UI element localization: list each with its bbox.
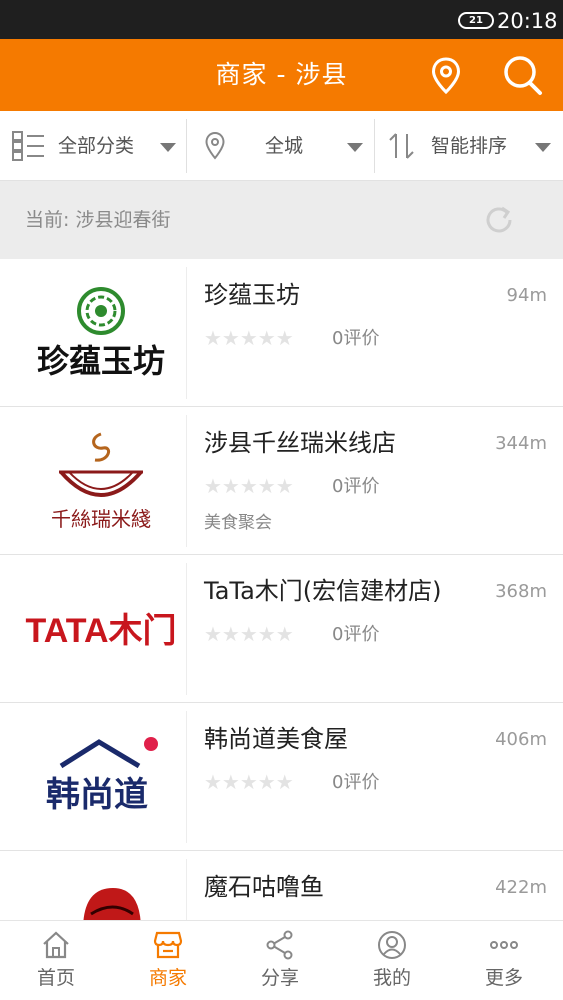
review-count: 0评价	[332, 772, 380, 793]
merchant-logo: 韩尚道	[16, 717, 186, 837]
review-count: 0评价	[332, 624, 380, 645]
logo-image: 千絲瑞米綫	[51, 432, 151, 531]
merchant-logo: 千絲瑞米綫	[16, 421, 186, 541]
merchant-name: 魔石咕噜鱼	[204, 873, 324, 901]
divider	[186, 415, 187, 547]
logo-text: TATA木门	[25, 612, 176, 650]
merchant-name: 韩尚道美食屋	[204, 725, 348, 753]
logo-text: 珍蕴玉坊	[37, 342, 165, 380]
logo-image: 韩尚道	[46, 737, 158, 815]
refresh-icon[interactable]	[482, 203, 516, 237]
merchant-distance: 406m	[495, 729, 547, 750]
filter-bar: 全部分类 全城 智能排序	[0, 111, 563, 181]
header: 商家 - 涉县	[0, 39, 563, 111]
rating-stars: ★★★★★	[204, 326, 294, 350]
rating-stars: ★★★★★	[204, 770, 294, 794]
battery-icon: 21	[458, 12, 494, 29]
merchant-logo: TATA木门	[16, 569, 186, 689]
category-grid-icon	[12, 131, 44, 161]
store-icon	[153, 931, 183, 959]
merchant-distance: 94m	[506, 285, 547, 306]
share-icon	[266, 930, 293, 960]
current-location-text: 当前: 涉县迎春街	[25, 209, 171, 231]
tab-more-label: 更多	[484, 967, 523, 989]
current-location-bar: 当前: 涉县迎春街	[0, 181, 563, 259]
status-bar: 21 20:18	[0, 0, 563, 39]
logo-image: 珍蕴玉坊	[37, 287, 165, 380]
logo-text: 韩尚道	[46, 775, 148, 815]
status-time: 20:18	[497, 9, 558, 33]
user-icon	[378, 931, 406, 959]
merchant-item[interactable]: 珍蕴玉坊 珍蕴玉坊 94m ★★★★★ 0评价	[0, 259, 563, 407]
tab-me[interactable]: 我的	[336, 921, 448, 1000]
filter-area-label: 全城	[265, 135, 304, 157]
merchant-distance: 344m	[495, 433, 547, 454]
tab-share-label: 分享	[260, 967, 299, 989]
merchant-list: 珍蕴玉坊 珍蕴玉坊 94m ★★★★★ 0评价 千絲瑞米綫 涉县千丝瑞米线店 3…	[0, 259, 563, 999]
rating-stars: ★★★★★	[204, 622, 294, 646]
bottom-tab-bar: 首页 商家 分享 我的 更多	[0, 920, 563, 1000]
more-dots-icon	[490, 941, 518, 949]
filter-sort-label: 智能排序	[431, 135, 508, 157]
logo-image: TATA木门	[25, 612, 176, 650]
tab-me-label: 我的	[372, 967, 411, 989]
divider	[186, 563, 187, 695]
rating-stars: ★★★★★	[204, 474, 294, 498]
merchant-item[interactable]: 韩尚道 韩尚道美食屋 406m ★★★★★ 0评价	[0, 703, 563, 851]
tab-more[interactable]: 更多	[448, 921, 560, 1000]
logo-text: 千絲瑞米綫	[51, 507, 151, 531]
divider	[186, 711, 187, 843]
filter-category-label: 全部分类	[58, 135, 135, 157]
review-count: 0评价	[332, 328, 380, 349]
tab-home-label: 首页	[36, 967, 75, 989]
tab-store[interactable]: 商家	[112, 921, 224, 1000]
sort-arrows-icon	[389, 133, 414, 159]
merchant-item[interactable]: TATA木门 TaTa木门(宏信建材店) 368m ★★★★★ 0评价	[0, 555, 563, 703]
search-icon[interactable]	[500, 53, 544, 97]
review-count: 0评价	[332, 476, 380, 497]
tab-home[interactable]: 首页	[0, 921, 112, 1000]
merchant-name: 涉县千丝瑞米线店	[204, 429, 396, 457]
filter-area[interactable]: 全城	[187, 111, 374, 181]
location-pin-icon[interactable]	[424, 53, 468, 97]
filter-sort[interactable]: 智能排序	[375, 111, 563, 181]
merchant-item[interactable]: 千絲瑞米綫 涉县千丝瑞米线店 344m ★★★★★ 0评价 美食聚会	[0, 407, 563, 555]
home-icon	[43, 931, 69, 959]
merchant-distance: 422m	[495, 877, 547, 898]
merchant-category: 美食聚会	[204, 513, 272, 533]
location-pin-icon	[205, 131, 225, 160]
tab-store-label: 商家	[148, 967, 187, 989]
chevron-down-icon	[347, 143, 363, 152]
merchant-name: TaTa木门(宏信建材店)	[204, 577, 442, 605]
merchant-distance: 368m	[495, 581, 547, 602]
chevron-down-icon	[160, 143, 176, 152]
chevron-down-icon	[535, 143, 551, 152]
merchant-name: 珍蕴玉坊	[204, 281, 300, 309]
divider	[186, 267, 187, 399]
merchant-logo: 珍蕴玉坊	[16, 273, 186, 393]
filter-category[interactable]: 全部分类	[0, 111, 186, 181]
tab-share[interactable]: 分享	[224, 921, 336, 1000]
page-title: 商家 - 涉县	[215, 60, 348, 89]
